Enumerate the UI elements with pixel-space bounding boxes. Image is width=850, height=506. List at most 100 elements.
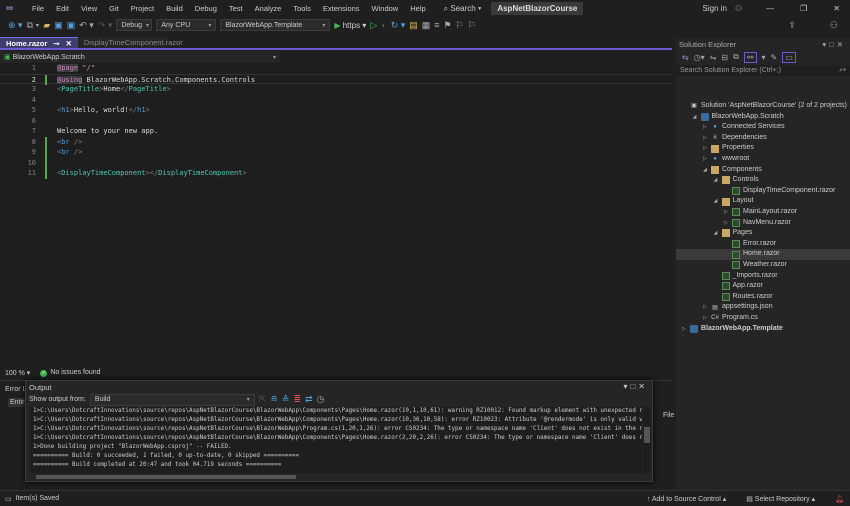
collapse-all-icon[interactable]: ⊟ xyxy=(721,53,728,62)
pin-icon[interactable]: ⊸ xyxy=(53,39,59,48)
undo-icon[interactable]: ↶ ▾ xyxy=(79,20,94,31)
next-message-icon[interactable]: ≙ xyxy=(282,394,290,405)
platform-select[interactable]: Any CPU ▾ xyxy=(156,19,217,31)
clear-all-icon[interactable]: ≣ xyxy=(293,394,301,405)
vertical-scrollbar[interactable] xyxy=(643,407,651,473)
account-icon[interactable]: ⚇ xyxy=(735,4,742,13)
tree-item[interactable]: Weather.razor xyxy=(724,260,787,271)
menu-file[interactable]: File xyxy=(26,4,50,13)
menu-window[interactable]: Window xyxy=(366,4,405,13)
collapsed-arrow-icon[interactable]: ▷ xyxy=(703,313,711,324)
layout-icon[interactable]: ▦ xyxy=(422,20,431,31)
tree-item[interactable]: Routes.razor xyxy=(714,292,773,303)
tree-item[interactable]: ◢ Layout xyxy=(714,196,754,207)
close-icon[interactable]: ✕ xyxy=(638,382,648,391)
feedback-icon[interactable]: ⚇ xyxy=(830,20,838,31)
expanded-arrow-icon[interactable]: ◢ xyxy=(714,196,722,207)
menu-git[interactable]: Git xyxy=(103,4,125,13)
track-active-item-icon[interactable]: ⚯ xyxy=(743,51,757,63)
sign-in-button[interactable]: Sign in xyxy=(702,4,726,13)
startup-project-select[interactable]: BlazorWebApp.Template ▾ xyxy=(220,19,331,31)
tree-item[interactable]: ▷ # Dependencies xyxy=(703,133,767,144)
comment-icon[interactable]: ≡ xyxy=(434,20,439,30)
tree-item[interactable]: ▷ NavMenu.razor xyxy=(724,218,791,229)
live-share-icon[interactable]: ⇪ xyxy=(788,20,796,31)
add-to-source-control-button[interactable]: ↑ Add to Source Control ▴ xyxy=(647,495,726,503)
close-tab-icon[interactable]: ✕ xyxy=(66,39,72,48)
tree-item[interactable]: ▷ MainLayout.razor xyxy=(724,207,797,218)
save-all-icon[interactable]: ▣ xyxy=(67,20,76,31)
code-editor[interactable]: 1 @page "/" 2 @using BlazorWebApp.Scratch.… xyxy=(0,63,672,366)
tree-item[interactable]: ▣ Solution 'AspNetBlazorCourse' (2 of 2 p… xyxy=(682,101,847,112)
collapsed-arrow-icon[interactable]: ▷ xyxy=(682,324,690,335)
sync-icon[interactable]: ⇋ xyxy=(710,53,717,62)
new-item-icon[interactable]: ⧉ ▾ xyxy=(27,20,40,31)
panel-controls[interactable]: ▾□✕ xyxy=(623,382,648,391)
solution-search-input[interactable]: Search Solution Explorer (Ctrl+;) ⌕▾ xyxy=(676,65,850,76)
bookmark-icon[interactable]: ⚑ xyxy=(444,20,452,31)
switch-views-icon[interactable]: ⇆ xyxy=(682,53,689,62)
expanded-arrow-icon[interactable]: ◢ xyxy=(703,165,711,176)
error-list-scope-select[interactable]: Entir xyxy=(8,398,27,407)
refresh-icon[interactable]: ↻ ▾ xyxy=(391,20,406,31)
preview-icon[interactable]: ▭ xyxy=(782,51,796,63)
menu-debug[interactable]: Debug xyxy=(189,4,223,13)
solution-folder-icon[interactable]: ▤ xyxy=(409,20,418,31)
expanded-arrow-icon[interactable]: ◢ xyxy=(714,228,722,239)
project-scope-select[interactable]: ▣ BlazorWebApp.Scratch ▾ xyxy=(0,51,280,63)
bookmark-prev-icon[interactable]: ⚐ xyxy=(456,20,464,31)
search-button[interactable]: ⌕ Search ▾ xyxy=(444,4,482,14)
close-button[interactable]: ✕ xyxy=(833,4,840,13)
tree-item[interactable]: DisplayTimeComponent.razor xyxy=(724,186,835,197)
menu-view[interactable]: View xyxy=(75,4,103,13)
open-folder-icon[interactable]: ▰ xyxy=(43,20,50,31)
configuration-select[interactable]: Debug ▾ xyxy=(116,19,153,31)
issues-indicator[interactable]: ✓ No issues found xyxy=(40,369,101,377)
menu-tools[interactable]: Tools xyxy=(287,4,317,13)
tree-item[interactable]: ▷ Properties xyxy=(703,143,754,154)
tab-display-time-component[interactable]: DisplayTimeComponent.razor xyxy=(77,37,183,48)
select-repository-button[interactable]: ▤ Select Repository ▴ xyxy=(746,495,815,503)
timestamp-icon[interactable]: ◷ xyxy=(317,394,325,405)
scrollbar-thumb[interactable] xyxy=(36,475,296,479)
panel-controls[interactable]: ▾□✕ xyxy=(822,40,846,49)
find-message-icon[interactable]: ⇱ xyxy=(259,394,267,405)
tree-item[interactable]: ▷ BlazorWebApp.Template xyxy=(682,324,783,335)
show-all-files-icon[interactable]: ⧉ xyxy=(733,52,739,62)
run-button[interactable]: ▶ https ▾ xyxy=(334,21,366,30)
tree-item[interactable]: ▷ ▤ appsettings.json xyxy=(703,302,773,313)
tree-item[interactable]: ◢ Components xyxy=(703,165,762,176)
menu-help[interactable]: Help xyxy=(404,4,431,13)
collapsed-arrow-icon[interactable]: ▷ xyxy=(703,302,711,313)
pending-changes-icon[interactable]: ◷▾ xyxy=(694,53,705,62)
menu-project[interactable]: Project xyxy=(125,4,160,13)
tree-item[interactable]: Home.razor xyxy=(676,249,850,260)
tree-item[interactable]: ▷ ● Connected Services xyxy=(703,122,785,133)
minimize-button[interactable]: — xyxy=(766,4,774,13)
tree-item[interactable]: ◢ Controls xyxy=(714,175,759,186)
restore-button[interactable]: ❐ xyxy=(800,4,807,13)
error-list-title[interactable]: Error L xyxy=(5,386,26,393)
notifications-icon[interactable]: 🔔︎ xyxy=(835,495,844,503)
properties-icon[interactable]: ✎ xyxy=(771,53,778,62)
expanded-arrow-icon[interactable]: ◢ xyxy=(714,175,722,186)
collapsed-arrow-icon[interactable]: ▷ xyxy=(703,154,711,165)
collapsed-arrow-icon[interactable]: ▷ xyxy=(703,143,711,154)
tree-item[interactable]: _Imports.razor xyxy=(714,271,778,282)
word-wrap-icon[interactable]: ⇄ xyxy=(305,394,313,405)
redo-icon[interactable]: ↷ ▾ xyxy=(98,20,113,31)
start-without-debugging-icon[interactable]: ▷ xyxy=(370,20,377,31)
collapsed-arrow-icon[interactable]: ▷ xyxy=(703,122,711,133)
scrollbar-thumb[interactable] xyxy=(644,427,650,443)
horizontal-scrollbar[interactable] xyxy=(30,473,642,481)
output-text[interactable]: 1>C:\Users\DotcraftInnovations\source\re… xyxy=(30,407,642,473)
file-column-header[interactable]: File xyxy=(663,412,674,419)
menu-extensions[interactable]: Extensions xyxy=(317,4,366,13)
tab-home-razor[interactable]: Home.razor ⊸ ✕ xyxy=(0,37,78,48)
collapsed-arrow-icon[interactable]: ▷ xyxy=(724,218,732,229)
collapsed-arrow-icon[interactable]: ▷ xyxy=(703,133,711,144)
menu-analyze[interactable]: Analyze xyxy=(249,4,288,13)
menu-build[interactable]: Build xyxy=(160,4,189,13)
menu-edit[interactable]: Edit xyxy=(50,4,75,13)
output-source-select[interactable]: Build ▾ xyxy=(89,393,255,406)
